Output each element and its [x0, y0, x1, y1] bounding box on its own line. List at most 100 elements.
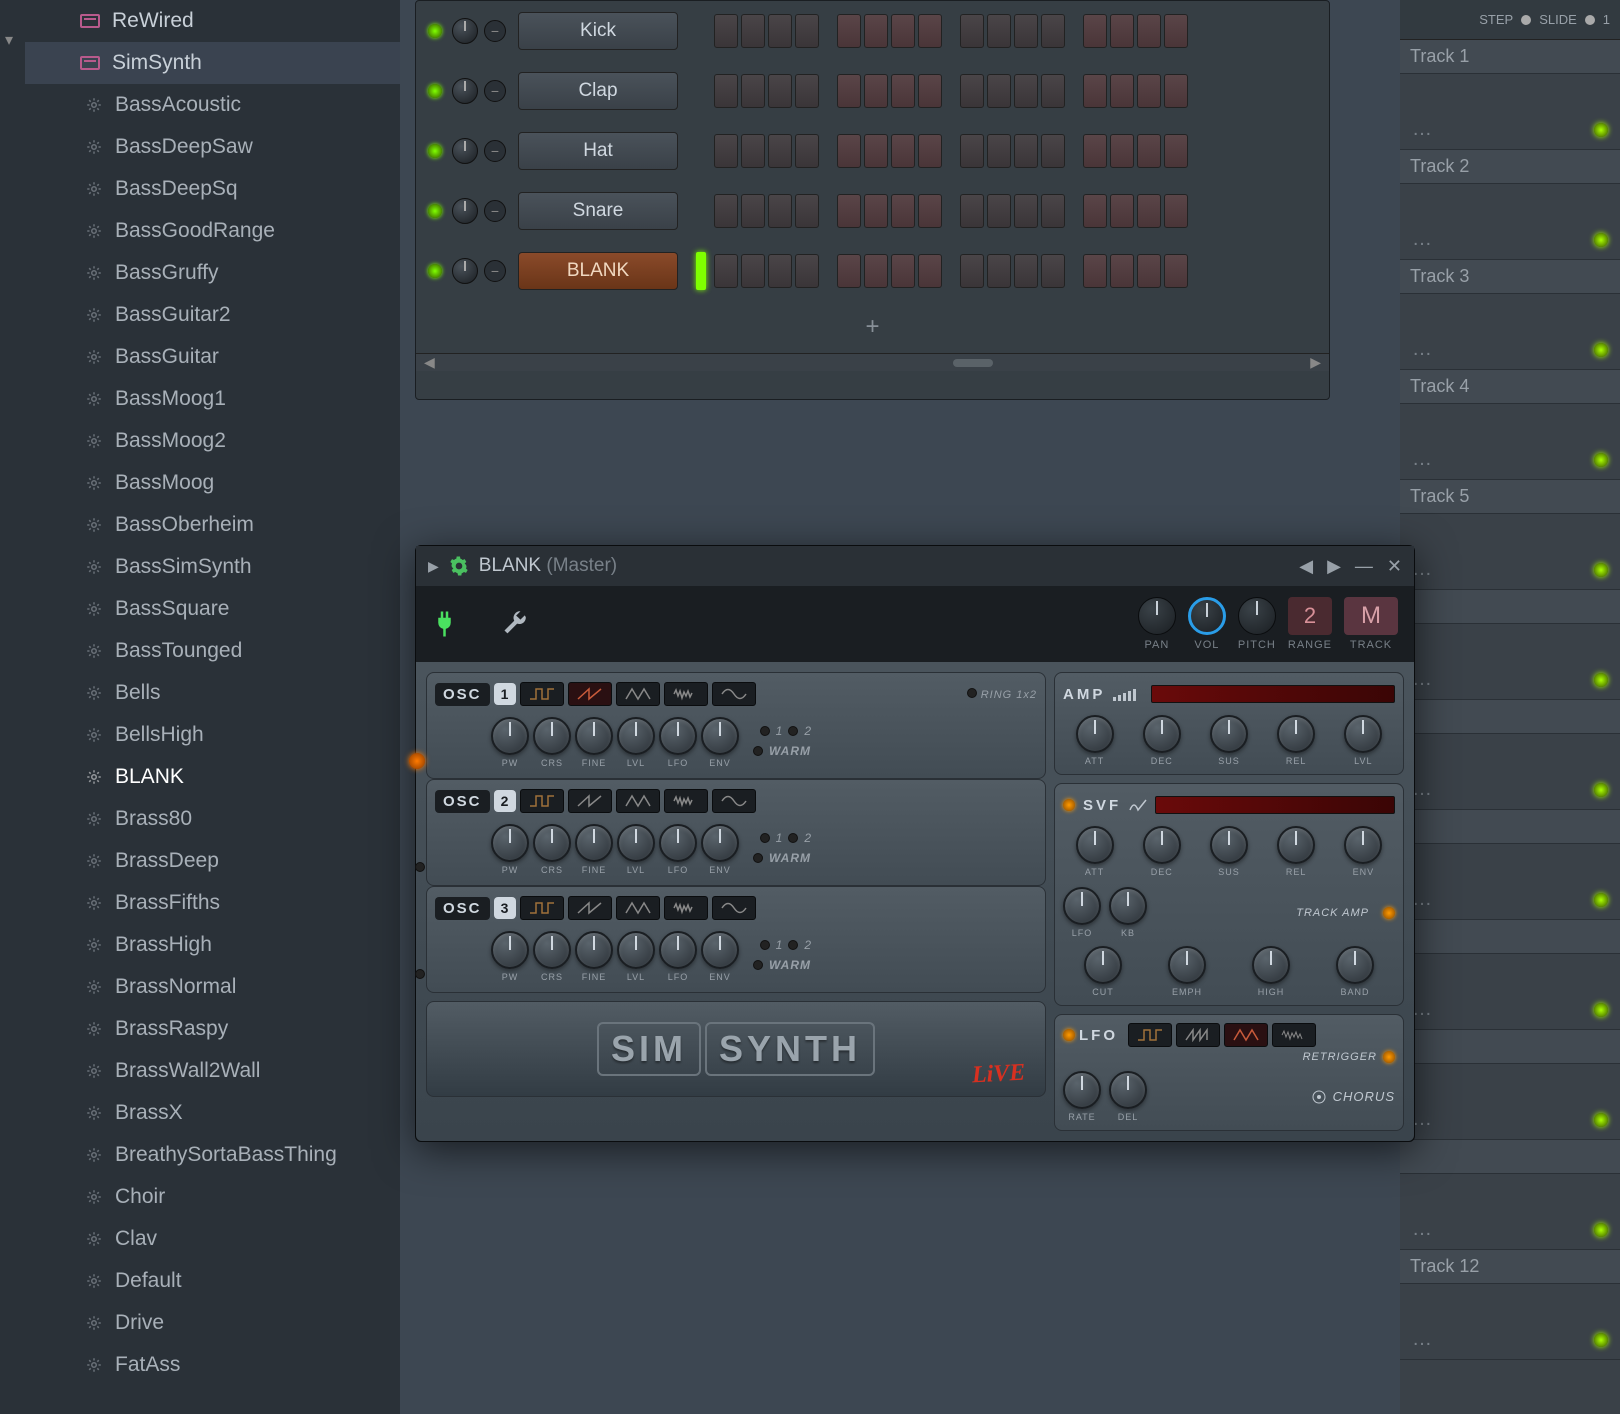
osc1-env-knob[interactable] [701, 717, 739, 755]
step-cell[interactable] [891, 134, 915, 168]
range-display[interactable]: 2 [1288, 597, 1332, 635]
osc3-wave-noise[interactable] [664, 896, 708, 920]
step-cell[interactable] [741, 14, 765, 48]
osc2-lvl-knob[interactable] [617, 824, 655, 862]
step-cell[interactable] [987, 74, 1011, 108]
track-led-icon[interactable] [1594, 233, 1608, 247]
osc2-led-icon[interactable] [415, 862, 425, 872]
osc1-wave-saw[interactable] [568, 682, 612, 706]
osc1-lvl-knob[interactable] [617, 717, 655, 755]
osc2-lfo-knob[interactable] [659, 824, 697, 862]
lfo-wave-tri[interactable] [1224, 1023, 1268, 1047]
step-cell[interactable] [891, 254, 915, 288]
lfo-wave-saw[interactable] [1176, 1023, 1220, 1047]
amp-lvl-knob[interactable] [1344, 715, 1382, 753]
step-cell[interactable] [1137, 194, 1161, 228]
osc3-wave-tri[interactable] [616, 896, 660, 920]
osc2-fine-knob[interactable] [575, 824, 613, 862]
step-cell[interactable] [1164, 194, 1188, 228]
osc2-mode1-led[interactable] [760, 833, 770, 843]
osc3-lvl-knob[interactable] [617, 931, 655, 969]
track-led-icon[interactable] [1594, 563, 1608, 577]
osc3-env-knob[interactable] [701, 931, 739, 969]
osc1-fine-knob[interactable] [575, 717, 613, 755]
scroll-left-icon[interactable]: ◀ [424, 354, 435, 371]
osc1-mode1-led[interactable] [760, 726, 770, 736]
track-menu-icon[interactable]: … [1412, 1328, 1435, 1351]
sidebar-preset[interactable]: BassGruffy [25, 252, 400, 294]
track-amp-led-icon[interactable] [1383, 907, 1395, 919]
retrigger-led-icon[interactable] [1383, 1051, 1395, 1063]
sidebar-preset[interactable]: BassOberheim [25, 504, 400, 546]
channel-mute-button[interactable]: − [484, 80, 506, 102]
ring-label[interactable]: RING 1x2 [967, 688, 1037, 701]
step-cell[interactable] [1137, 254, 1161, 288]
track-header[interactable]: Track 12 [1400, 1250, 1620, 1284]
step-cell[interactable] [960, 254, 984, 288]
channel-name-button[interactable]: Clap [518, 72, 678, 110]
osc2-mode2-led[interactable] [788, 833, 798, 843]
channel-mute-button[interactable]: − [484, 200, 506, 222]
track-led-icon[interactable] [1594, 1333, 1608, 1347]
track-header[interactable] [1400, 1030, 1620, 1064]
playlist-track[interactable]: … [1400, 700, 1620, 810]
step-cell[interactable] [795, 74, 819, 108]
osc1-crs-knob[interactable] [533, 717, 571, 755]
sidebar-preset[interactable]: BrassDeep [25, 840, 400, 882]
osc3-crs-knob[interactable] [533, 931, 571, 969]
step-cell[interactable] [1014, 14, 1038, 48]
sidebar-preset[interactable]: Brass80 [25, 798, 400, 840]
step-cell[interactable] [1014, 134, 1038, 168]
osc3-mode2-led[interactable] [788, 940, 798, 950]
osc3-led-icon[interactable] [415, 969, 425, 979]
osc2-wave-tri[interactable] [616, 789, 660, 813]
track-led-icon[interactable] [1594, 123, 1608, 137]
step-cell[interactable] [1014, 254, 1038, 288]
svf-band-knob[interactable] [1336, 946, 1374, 984]
step-cell[interactable] [1041, 14, 1065, 48]
step-cell[interactable] [837, 14, 861, 48]
step-cell[interactable] [741, 254, 765, 288]
step-cell[interactable] [741, 74, 765, 108]
step-cell[interactable] [1041, 254, 1065, 288]
track-led-icon[interactable] [1594, 673, 1608, 687]
channel-led-icon[interactable] [428, 84, 442, 98]
step-cell[interactable] [891, 74, 915, 108]
track-menu-icon[interactable]: … [1412, 1108, 1435, 1131]
step-cell[interactable] [987, 14, 1011, 48]
minimize-icon[interactable]: — [1355, 556, 1373, 577]
step-cell[interactable] [960, 194, 984, 228]
track-menu-icon[interactable]: … [1412, 558, 1435, 581]
step-cell[interactable] [918, 254, 942, 288]
step-cell[interactable] [1164, 14, 1188, 48]
channel-name-button[interactable]: Snare [518, 192, 678, 230]
sidebar-preset[interactable]: Choir [25, 1176, 400, 1218]
volume-knob[interactable] [1188, 597, 1226, 635]
track-led-icon[interactable] [1594, 453, 1608, 467]
track-led-icon[interactable] [1594, 343, 1608, 357]
svf-cut-knob[interactable] [1084, 946, 1122, 984]
track-header[interactable] [1400, 700, 1620, 734]
osc2-wave-saw[interactable] [568, 789, 612, 813]
step-cell[interactable] [714, 194, 738, 228]
step-cell[interactable] [864, 254, 888, 288]
playlist-track[interactable]: Track 4… [1400, 370, 1620, 480]
plugin-menu-arrow-icon[interactable]: ▶ [428, 558, 439, 575]
track-button[interactable]: M [1344, 597, 1398, 635]
sidebar-preset[interactable]: BassGuitar2 [25, 294, 400, 336]
step-cell[interactable] [987, 254, 1011, 288]
track-header[interactable]: Track 5 [1400, 480, 1620, 514]
track-header[interactable] [1400, 1140, 1620, 1174]
channel-pan-knob[interactable] [452, 258, 478, 284]
step-cell[interactable] [795, 14, 819, 48]
step-cell[interactable] [918, 194, 942, 228]
sidebar-preset[interactable]: BassGoodRange [25, 210, 400, 252]
step-cell[interactable] [795, 194, 819, 228]
osc3-mode1-led[interactable] [760, 940, 770, 950]
channel-led-icon[interactable] [428, 204, 442, 218]
pitch-knob[interactable] [1238, 597, 1276, 635]
osc2-env-knob[interactable] [701, 824, 739, 862]
track-led-icon[interactable] [1594, 1003, 1608, 1017]
step-cell[interactable] [1110, 74, 1134, 108]
osc3-pw-knob[interactable] [491, 931, 529, 969]
